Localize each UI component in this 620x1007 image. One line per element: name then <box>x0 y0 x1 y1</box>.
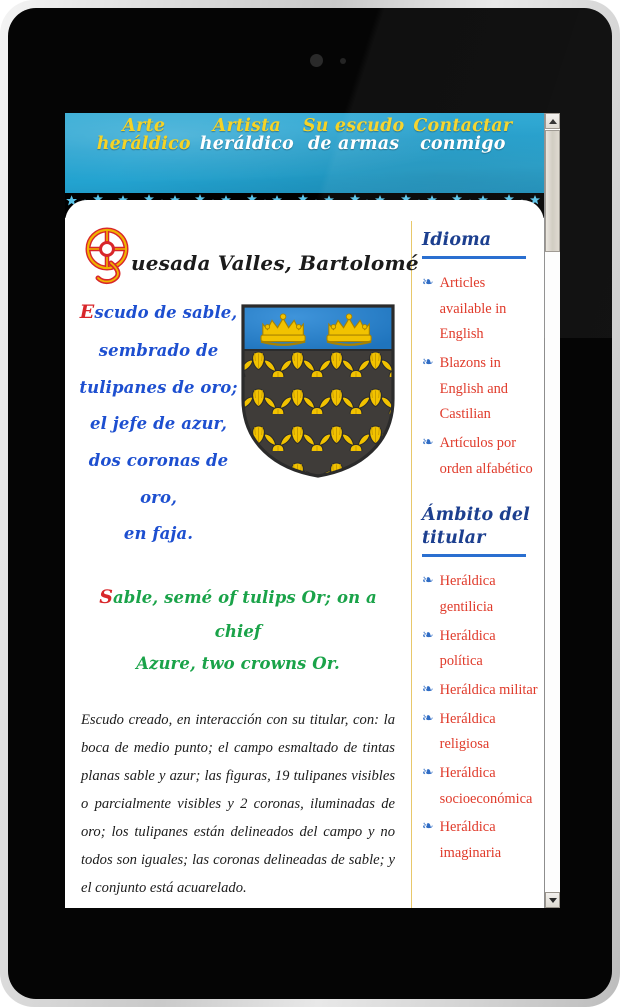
sidebar-rule-idioma <box>422 256 526 260</box>
sidebar-list-ambito: ☙ Heráldica gentilicia ☙ Heráldica polít… <box>422 569 540 866</box>
sidebar-item-label: Artículos por orden alfabético <box>439 434 533 477</box>
nav-item-artista-heraldico-line2: heráldico <box>199 133 294 154</box>
page-scrollbar[interactable] <box>544 113 560 908</box>
nav-item-su-escudo-de-armas-line2: de armas <box>307 133 400 154</box>
blazon-english-initial: S <box>99 585 114 608</box>
sidebar-item-blazons-in-english-and-castilian[interactable]: ☙ Blazons in English and Castilian <box>422 351 540 428</box>
sidebar-item-label: Articles available in English <box>439 275 507 343</box>
sidebar-item-label: Heráldica religiosa <box>439 710 496 753</box>
tablet-screen: Arte heráldico Artista heráldico Su escu… <box>8 8 612 999</box>
blazon-spanish-line-1-text: scudo de sable, <box>94 303 238 322</box>
sidebar-item-heraldica-religiosa[interactable]: ☙ Heráldica religiosa <box>422 707 540 758</box>
sidebar-item-label: Heráldica militar <box>439 681 538 698</box>
nav-item-contactar-conmigo-line2: conmigo <box>420 133 506 154</box>
blazon-spanish-line-4: el jefe de azur, <box>90 414 227 434</box>
sidebar-item-heraldica-imaginaria[interactable]: ☙ Heráldica imaginaria <box>422 815 540 866</box>
blazon-spanish-line-1: Escudo de sable, <box>79 291 238 333</box>
tablet-device-frame: Arte heráldico Artista heráldico Su escu… <box>0 0 620 1007</box>
triangle-down-icon <box>548 897 557 903</box>
blazon-spanish-line-5: dos coronas de oro, <box>88 451 229 507</box>
nav-item-su-escudo-de-armas[interactable]: Su escudo de armas <box>303 117 405 154</box>
content-panel-rounded-mask <box>65 200 544 222</box>
scroll-up-arrow[interactable] <box>545 113 560 129</box>
sidebar-section-ambito-del-titular: Ámbito del titular ☙ Heráldica gentilici… <box>422 504 540 866</box>
sidebar-item-heraldica-gentilicia[interactable]: ☙ Heráldica gentilicia <box>422 569 540 620</box>
page-scroll-region: Arte heráldico Artista heráldico Su escu… <box>65 113 544 908</box>
fleuron-bullet-icon: ☙ <box>422 627 434 643</box>
nav-item-contactar-conmigo[interactable]: Contactar conmigo <box>413 117 512 154</box>
nav-item-artista-heraldico[interactable]: Artista heráldico <box>199 117 294 154</box>
page-title: uesada Valles, Bartolomé <box>79 227 419 289</box>
sidebar-item-heraldica-militar[interactable]: ☙ Heráldica militar <box>422 678 540 704</box>
shield-holder <box>238 291 397 479</box>
site-navigation-bar: Arte heráldico Artista heráldico Su escu… <box>65 113 544 193</box>
fleuron-bullet-icon: ☙ <box>422 681 434 697</box>
fleuron-bullet-icon: ☙ <box>422 764 434 780</box>
page-title-text: uesada Valles, Bartolomé <box>131 251 419 275</box>
blazon-english-line-1: Sable, semé of tulips Or; on a chief <box>83 579 393 648</box>
sidebar-rule-ambito <box>422 554 526 558</box>
browser-viewport: Arte heráldico Artista heráldico Su escu… <box>65 113 560 908</box>
blazon-english-line-1-text: able, semé of tulips Or; on a chief <box>113 587 377 641</box>
sidebar-item-label: Heráldica socioeconómica <box>439 764 533 807</box>
nav-item-arte-heraldico[interactable]: Arte heráldico <box>96 117 191 154</box>
fleuron-bullet-icon: ☙ <box>422 434 434 450</box>
blazon-spanish-line-3: tulipanes de oro; <box>79 377 238 397</box>
sidebar-section-idioma: Idioma ☙ Articles available in English ☙… <box>422 229 540 482</box>
sidebar-heading-ambito-del-titular: Ámbito del titular <box>422 505 530 549</box>
nav-item-arte-heraldico-line2: heráldico <box>96 133 191 154</box>
blazon-spanish-line-6: en faja. <box>123 524 194 544</box>
coat-of-arms-shield <box>240 304 395 478</box>
fleuron-bullet-icon: ☙ <box>422 710 434 726</box>
description-paragraph: Escudo creado, en interacción con su tit… <box>81 712 395 897</box>
ambient-light-sensor-icon <box>340 58 346 64</box>
shield-field <box>242 306 393 476</box>
blazon-english-line-2: Azure, two crowns Or. <box>136 654 340 674</box>
sidebar-item-articulos-por-orden-alfabetico[interactable]: ☙ Artículos por orden alfabético <box>422 431 540 482</box>
blazon-spanish-initial: E <box>79 301 95 323</box>
sidebar-heading-idioma: Idioma <box>422 230 492 250</box>
content-panel: uesada Valles, Bartolomé Escudo de sable… <box>65 200 544 908</box>
blazon-spanish-line-2: sembrado de <box>98 341 219 361</box>
triangle-up-icon <box>548 118 557 124</box>
fleuron-bullet-icon: ☙ <box>422 573 434 589</box>
front-camera-icon <box>310 54 323 67</box>
scrollbar-track[interactable] <box>545 252 560 891</box>
scroll-down-arrow[interactable] <box>545 892 560 908</box>
fleuron-bullet-icon: ☙ <box>422 819 434 835</box>
sidebar-item-articles-available-in-english[interactable]: ☙ Articles available in English <box>422 271 540 348</box>
sidebar-item-label: Blazons in English and Castilian <box>439 355 509 423</box>
sidebar-item-label: Heráldica política <box>439 627 496 670</box>
sidebar-item-heraldica-politica[interactable]: ☙ Heráldica política <box>422 624 540 675</box>
fleuron-bullet-icon: ☙ <box>422 355 434 371</box>
blazon-and-shield-row: Escudo de sable, sembrado de tulipanes d… <box>79 291 397 553</box>
sidebar-item-label: Heráldica gentilicia <box>439 573 496 616</box>
sidebar-list-idioma: ☙ Articles available in English ☙ Blazon… <box>422 271 540 482</box>
blazon-spanish: Escudo de sable, sembrado de tulipanes d… <box>79 291 238 553</box>
sidebar-item-label: Heráldica imaginaria <box>439 819 502 861</box>
sidebar-item-heraldica-socioeconomica[interactable]: ☙ Heráldica socioeconómica <box>422 761 540 812</box>
scrollbar-thumb[interactable] <box>545 130 560 252</box>
sidebar: Idioma ☙ Articles available in English ☙… <box>412 221 544 908</box>
main-content-column: uesada Valles, Bartolomé Escudo de sable… <box>65 221 419 908</box>
fleuron-bullet-icon: ☙ <box>422 275 434 291</box>
blazon-english: Sable, semé of tulips Or; on a chief Azu… <box>79 579 397 680</box>
